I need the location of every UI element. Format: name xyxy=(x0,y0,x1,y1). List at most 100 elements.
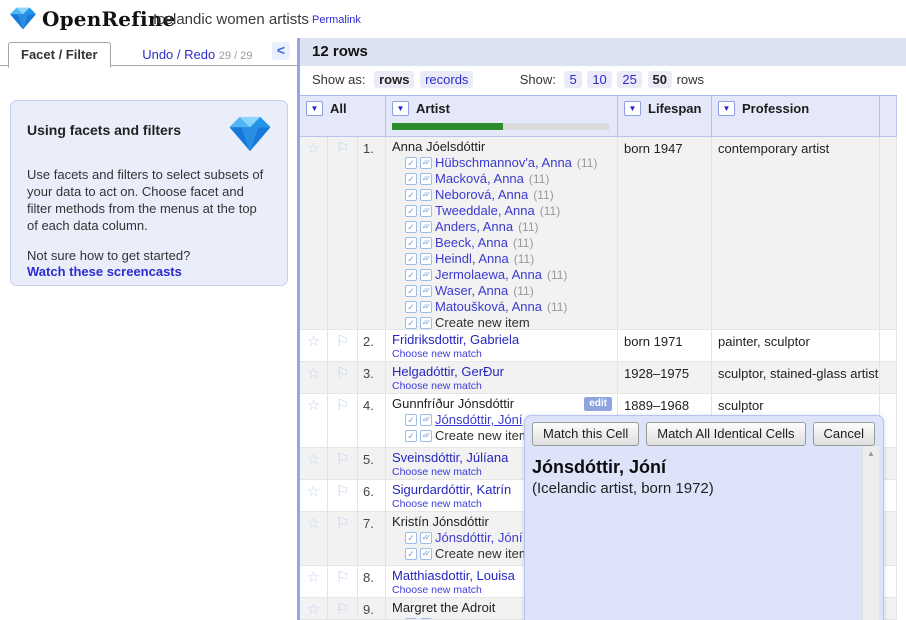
create-new-item-link[interactable]: Create new item xyxy=(435,546,530,562)
match-similar-cells-icon[interactable]: ✓✓ xyxy=(420,205,432,217)
star-icon[interactable]: ☆ xyxy=(307,397,320,414)
page-size-50-button[interactable]: 50 xyxy=(648,71,672,88)
candidate-link[interactable]: Neborová, Anna xyxy=(435,187,528,203)
candidate-link[interactable]: Macková, Anna xyxy=(435,171,524,187)
tab-undo-redo[interactable]: Undo / Redo 29 / 29 xyxy=(136,43,258,66)
candidate-link[interactable]: Heindl, Anna xyxy=(435,251,509,267)
flag-icon[interactable]: ⚐ xyxy=(336,365,349,382)
sidebar-collapse-icon[interactable]: < xyxy=(272,42,290,60)
page-size-10-button[interactable]: 10 xyxy=(587,71,611,88)
star-icon[interactable]: ☆ xyxy=(307,569,320,586)
match-similar-cells-icon[interactable]: ✓✓ xyxy=(420,269,432,281)
candidate-link[interactable]: Jónsdóttir, Jóní xyxy=(435,530,522,546)
popup-scrollbar[interactable]: ▲ xyxy=(862,446,879,620)
view-toolbar: Show as: rows records Show: 5 10 25 50 r… xyxy=(300,66,906,95)
candidate-link[interactable]: Waser, Anna xyxy=(435,283,508,299)
match-this-cell-icon[interactable]: ✓ xyxy=(405,157,417,169)
clipped-cell xyxy=(880,137,897,329)
candidate-link[interactable]: Beeck, Anna xyxy=(435,235,508,251)
flag-icon[interactable]: ⚐ xyxy=(336,483,349,500)
cancel-button[interactable]: Cancel xyxy=(813,422,875,446)
matched-entity-link[interactable]: Helgadóttir, GerÐur xyxy=(392,364,504,379)
match-this-cell-icon[interactable]: ✓ xyxy=(405,173,417,185)
tab-facet-filter[interactable]: Facet / Filter xyxy=(8,42,111,68)
match-this-cell-icon[interactable]: ✓ xyxy=(405,548,417,560)
match-similar-cells-icon[interactable]: ✓✓ xyxy=(420,430,432,442)
candidate-link[interactable]: Tweeddale, Anna xyxy=(435,203,535,219)
matched-entity-link[interactable]: Fridriksdottir, Gabriela xyxy=(392,332,519,347)
match-this-cell-icon[interactable]: ✓ xyxy=(405,532,417,544)
candidate-link[interactable]: Matoušková, Anna xyxy=(435,299,542,315)
match-this-cell-icon[interactable]: ✓ xyxy=(405,221,417,233)
show-as-rows-button[interactable]: rows xyxy=(374,71,414,88)
star-cell: ☆ xyxy=(300,512,328,565)
match-this-cell-icon[interactable]: ✓ xyxy=(405,189,417,201)
flag-icon[interactable]: ⚐ xyxy=(336,569,349,586)
candidate-link[interactable]: Hübschmannov'a, Anna xyxy=(435,155,572,171)
match-this-cell-icon[interactable]: ✓ xyxy=(405,205,417,217)
star-icon[interactable]: ☆ xyxy=(307,451,320,468)
candidate-link[interactable]: Margret, … xyxy=(435,616,500,619)
star-icon[interactable]: ☆ xyxy=(307,601,320,618)
match-similar-cells-icon[interactable]: ✓✓ xyxy=(420,189,432,201)
page-size-25-button[interactable]: 25 xyxy=(617,71,641,88)
choose-new-match-link[interactable]: Choose new match xyxy=(392,380,613,393)
match-this-cell-button[interactable]: Match this Cell xyxy=(532,422,639,446)
show-as-records-button[interactable]: records xyxy=(420,71,473,88)
candidate-link[interactable]: Jermolaewa, Anna xyxy=(435,267,542,283)
permalink-link[interactable]: Permalink xyxy=(312,14,361,26)
match-similar-cells-icon[interactable]: ✓✓ xyxy=(420,221,432,233)
artist-column-menu-icon[interactable]: ▼ xyxy=(392,101,409,116)
match-this-cell-icon[interactable]: ✓ xyxy=(405,430,417,442)
scroll-up-icon[interactable]: ▲ xyxy=(863,446,879,462)
create-new-item-link[interactable]: Create new item xyxy=(435,428,530,444)
match-similar-cells-icon[interactable]: ✓✓ xyxy=(420,253,432,265)
match-this-cell-icon[interactable]: ✓ xyxy=(405,317,417,329)
match-similar-cells-icon[interactable]: ✓✓ xyxy=(420,157,432,169)
match-this-cell-icon[interactable]: ✓ xyxy=(405,253,417,265)
matched-entity-link[interactable]: Sigurdardóttir, Katrín xyxy=(392,482,511,497)
match-this-cell-icon[interactable]: ✓ xyxy=(405,618,417,619)
create-new-item-link[interactable]: Create new item xyxy=(435,315,530,329)
match-this-cell-icon[interactable]: ✓ xyxy=(405,301,417,313)
match-similar-cells-icon[interactable]: ✓✓ xyxy=(420,414,432,426)
match-all-identical-cells-button[interactable]: Match All Identical Cells xyxy=(646,422,805,446)
page-size-5-button[interactable]: 5 xyxy=(564,71,581,88)
watch-screencasts-link[interactable]: Watch these screencasts xyxy=(27,264,182,279)
match-similar-cells-icon[interactable]: ✓✓ xyxy=(420,285,432,297)
match-similar-cells-icon[interactable]: ✓✓ xyxy=(420,301,432,313)
candidate-link[interactable]: Anders, Anna xyxy=(435,219,513,235)
candidate-link[interactable]: Jónsdóttir, Jóní xyxy=(435,412,522,428)
clipped-cell xyxy=(880,330,897,361)
star-icon[interactable]: ☆ xyxy=(307,483,320,500)
match-similar-cells-icon[interactable]: ✓✓ xyxy=(420,532,432,544)
flag-icon[interactable]: ⚐ xyxy=(336,451,349,468)
match-similar-cells-icon[interactable]: ✓✓ xyxy=(420,618,432,619)
choose-new-match-link[interactable]: Choose new match xyxy=(392,348,613,361)
star-icon[interactable]: ☆ xyxy=(307,333,320,350)
match-similar-cells-icon[interactable]: ✓✓ xyxy=(420,173,432,185)
flag-icon[interactable]: ⚐ xyxy=(336,140,349,157)
all-column-menu-icon[interactable]: ▼ xyxy=(306,101,323,116)
match-this-cell-icon[interactable]: ✓ xyxy=(405,414,417,426)
app-header: OpenRefine Icelandic women artists Perma… xyxy=(0,0,906,38)
matched-entity-link[interactable]: Matthiasdottir, Louisa xyxy=(392,568,515,583)
matched-entity-link[interactable]: Sveinsdóttir, Júlíana xyxy=(392,450,508,465)
match-similar-cells-icon[interactable]: ✓✓ xyxy=(420,237,432,249)
lifespan-column-menu-icon[interactable]: ▼ xyxy=(624,101,641,116)
match-similar-cells-icon[interactable]: ✓✓ xyxy=(420,317,432,329)
star-icon[interactable]: ☆ xyxy=(307,515,320,532)
match-this-cell-icon[interactable]: ✓ xyxy=(405,285,417,297)
flag-icon[interactable]: ⚐ xyxy=(336,397,349,414)
match-similar-cells-icon[interactable]: ✓✓ xyxy=(420,548,432,560)
candidate-row: ✓✓✓Matoušková, Anna(11) xyxy=(405,299,613,315)
match-this-cell-icon[interactable]: ✓ xyxy=(405,269,417,281)
star-icon[interactable]: ☆ xyxy=(307,365,320,382)
flag-icon[interactable]: ⚐ xyxy=(336,333,349,350)
edit-cell-button[interactable]: edit xyxy=(584,397,612,411)
flag-icon[interactable]: ⚐ xyxy=(336,601,349,618)
match-this-cell-icon[interactable]: ✓ xyxy=(405,237,417,249)
star-icon[interactable]: ☆ xyxy=(307,140,320,157)
profession-column-menu-icon[interactable]: ▼ xyxy=(718,101,735,116)
flag-icon[interactable]: ⚐ xyxy=(336,515,349,532)
